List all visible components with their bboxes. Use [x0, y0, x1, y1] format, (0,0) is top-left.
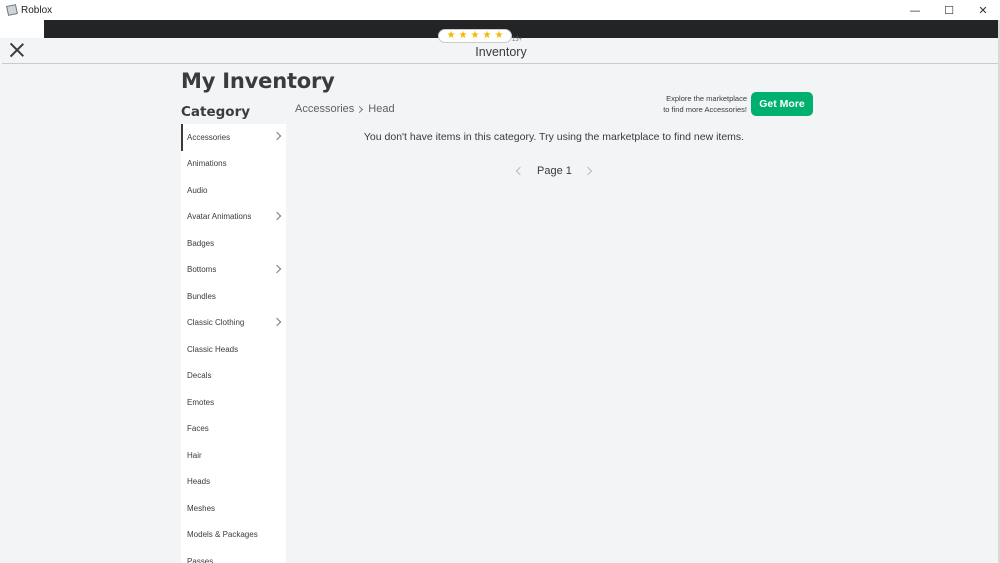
category-item-label: Avatar Animations	[187, 212, 252, 222]
chevron-right-icon	[272, 131, 282, 141]
page-title: My Inventory	[181, 69, 335, 93]
category-item[interactable]: Avatar Animations	[181, 204, 286, 231]
category-item-label: Models & Packages	[187, 530, 258, 540]
category-item[interactable]: Classic Heads	[181, 336, 286, 363]
breadcrumb-parent[interactable]: Accessories	[295, 103, 354, 115]
category-item[interactable]: Decals	[181, 363, 286, 390]
category-heading: Category	[181, 104, 251, 120]
category-item-label: Faces	[187, 424, 209, 434]
category-item-label: Decals	[187, 371, 212, 381]
category-item-label: Classic Heads	[187, 344, 239, 354]
maximize-button[interactable]: ☐	[932, 0, 966, 20]
page-label: Page 1	[537, 165, 572, 177]
category-item-label: Accessories	[187, 132, 231, 142]
next-page-icon[interactable]	[583, 166, 593, 176]
star-icon: ★	[494, 30, 504, 41]
star-icon: ★	[470, 30, 480, 41]
promo-line-2: to find more Accessories!	[663, 105, 747, 114]
category-item-label: Animations	[187, 159, 227, 169]
star-icon: ★	[446, 30, 456, 41]
category-item[interactable]: Classic Clothing	[181, 310, 286, 337]
chevron-right-icon	[272, 211, 282, 220]
category-item[interactable]: Bundles	[181, 283, 286, 310]
chevron-right-icon	[356, 105, 364, 113]
category-list: Accessories Animations Audio Avatar Animati…	[181, 124, 286, 563]
background-topbar: ▀ ◎ ▲	[44, 20, 1000, 54]
chevron-right-icon	[272, 317, 282, 326]
category-item[interactable]: Passes	[181, 548, 286, 563]
category-item-label: Audio	[187, 185, 208, 195]
category-item-label: Classic Clothing	[187, 318, 245, 328]
promo-text: Explore the marketplace to find more Acc…	[625, 93, 747, 115]
category-item-label: Heads	[187, 477, 211, 487]
experience-rating: ★ ★ ★ ★ ★	[438, 29, 512, 43]
inventory-overlay: Inventory	[2, 38, 1000, 563]
category-item-label: Hair	[187, 450, 202, 460]
category-item-label: Badges	[187, 238, 215, 248]
chevron-right-icon	[272, 264, 282, 273]
category-item[interactable]: Faces	[181, 416, 286, 443]
category-item-label: Meshes	[187, 503, 216, 513]
age-rating: 13+	[512, 37, 523, 43]
category-item[interactable]: Accessories	[181, 124, 286, 151]
breadcrumb: Accessories Head	[295, 103, 395, 115]
category-item[interactable]: Heads	[181, 469, 286, 496]
pagination: Page 1	[515, 165, 593, 177]
category-item[interactable]: Meshes	[181, 495, 286, 522]
category-item[interactable]: Audio	[181, 177, 286, 204]
category-item[interactable]: Badges	[181, 230, 286, 257]
overlay-title: Inventory	[475, 45, 527, 59]
roblox-app-icon	[6, 4, 18, 16]
star-icon: ★	[458, 30, 468, 41]
get-more-button[interactable]: Get More	[751, 92, 813, 116]
breadcrumb-current: Head	[368, 103, 395, 115]
category-item-label: Bottoms	[187, 265, 217, 275]
previous-page-icon[interactable]	[515, 166, 525, 176]
promo-line-1: Explore the marketplace	[666, 94, 747, 103]
window-controls: — ☐ ✕	[898, 0, 1000, 20]
category-item[interactable]: Bottoms	[181, 257, 286, 284]
minimize-button[interactable]: —	[898, 0, 932, 20]
category-item[interactable]: Hair	[181, 442, 286, 469]
category-item-label: Bundles	[187, 291, 216, 301]
category-item-label: Emotes	[187, 397, 215, 407]
star-icon: ★	[482, 30, 492, 41]
left-background	[0, 20, 44, 38]
window-title: Roblox	[21, 4, 53, 16]
category-item[interactable]: Emotes	[181, 389, 286, 416]
category-item-label: Passes	[187, 556, 214, 563]
category-item[interactable]: Animations	[181, 151, 286, 178]
empty-message: You don't have items in this category. T…	[363, 131, 745, 143]
window-close-button[interactable]: ✕	[966, 0, 1000, 20]
window-titlebar: Roblox — ☐ ✕	[0, 0, 1000, 20]
category-item[interactable]: Models & Packages	[181, 522, 286, 549]
